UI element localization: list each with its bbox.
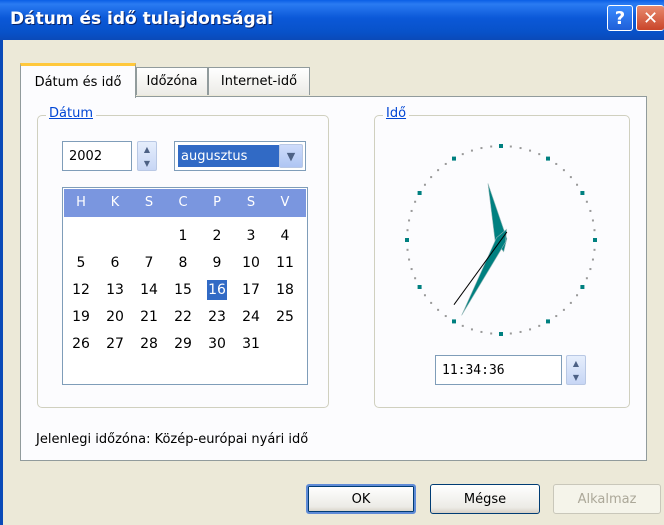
close-button[interactable]: ✕ — [636, 5, 664, 31]
clock-minute-mark — [408, 219, 411, 222]
clock-hour-mark — [593, 238, 597, 242]
clock-second-hand — [453, 231, 508, 306]
spin-up-icon[interactable]: ▲ — [573, 359, 579, 368]
clock-minute-mark — [538, 153, 541, 156]
clock-minute-mark — [576, 183, 579, 186]
clock-minute-mark — [444, 315, 447, 318]
clock-minute-mark — [414, 277, 417, 280]
clock-minute-mark — [480, 330, 483, 333]
tab-internet-time[interactable]: Internet-idő — [208, 67, 310, 95]
clock-minute-mark — [414, 200, 417, 203]
cancel-button[interactable]: Mégse — [430, 484, 540, 514]
clock-minute-mark — [430, 176, 433, 179]
clock-minute-mark — [408, 258, 411, 261]
title-bar[interactable]: Dátum és idő tulajdonságai ? ✕ — [0, 0, 664, 40]
clock-hour-mark — [546, 156, 550, 161]
clock-minute-mark — [444, 162, 447, 165]
clock-minute-mark — [519, 330, 522, 333]
clock-hour-mark — [405, 238, 409, 242]
spin-down-icon[interactable]: ▼ — [573, 373, 579, 382]
clock-minute-mark — [591, 219, 594, 222]
clock-minute-mark — [593, 229, 596, 232]
clock-minute-mark — [461, 324, 464, 327]
analog-clock — [405, 144, 597, 336]
tab-timezone[interactable]: Időzóna — [136, 67, 208, 95]
clock-minute-mark — [430, 301, 433, 304]
clock-minute-mark — [410, 268, 413, 271]
clock-minute-mark — [585, 200, 588, 203]
clock-minute-mark — [562, 169, 565, 172]
clock-minute-mark — [569, 301, 572, 304]
tab-date-time[interactable]: Dátum és idő — [20, 63, 136, 98]
clock-minute-mark — [593, 248, 596, 251]
window-border — [0, 40, 3, 525]
clock-hour-mark — [452, 156, 456, 161]
clock-hour-mark — [452, 319, 456, 324]
clock-minute-mark — [490, 145, 493, 148]
close-icon: ✕ — [642, 7, 659, 29]
clock-minute-mark — [576, 294, 579, 297]
clock-minute-mark — [470, 328, 473, 331]
current-timezone-label: Jelenlegi időzóna: Közép-európai nyári i… — [36, 432, 309, 447]
time-spinner[interactable]: ▲ ▼ — [566, 355, 586, 385]
clock-minute-mark — [589, 209, 592, 212]
tab-panel: Dátum 2002 ▲ ▼ augusztus ▼ H K S C P S V… — [20, 96, 647, 461]
clock-minute-mark — [406, 248, 409, 251]
clock-minute-mark — [519, 147, 522, 150]
clock-minute-mark — [591, 258, 594, 261]
clock-hour-mark — [417, 191, 422, 195]
clock-minute-mark — [437, 169, 440, 172]
clock-minute-mark — [529, 328, 532, 331]
clock-minute-mark — [423, 294, 426, 297]
clock-minute-mark — [569, 176, 572, 179]
clock-hour-mark — [499, 332, 503, 336]
clock-minute-mark — [562, 308, 565, 311]
time-input[interactable]: 11:34:36 — [435, 355, 562, 385]
clock-minute-mark — [589, 268, 592, 271]
help-button[interactable]: ? — [607, 5, 633, 31]
clock-minute-mark — [423, 183, 426, 186]
clock-hour-mark — [580, 191, 585, 195]
clock-minute-mark — [406, 229, 409, 232]
clock-minute-mark — [461, 153, 464, 156]
clock-minute-mark — [555, 315, 558, 318]
clock-hour-mark — [546, 319, 550, 324]
clock-minute-mark — [585, 277, 588, 280]
clock-hour-mark — [580, 285, 585, 289]
clock-minute-mark — [410, 209, 413, 212]
clock-minute-mark — [509, 332, 512, 335]
clock-minute-mark — [509, 145, 512, 148]
ok-button[interactable]: OK — [306, 484, 416, 514]
clock-hour-mark — [417, 285, 422, 289]
apply-button[interactable]: Alkalmaz — [553, 484, 661, 514]
clock-minute-mark — [490, 332, 493, 335]
clock-minute-mark — [538, 324, 541, 327]
clock-minute-mark — [555, 162, 558, 165]
window-title: Dátum és idő tulajdonságai — [10, 9, 273, 29]
clock-minute-mark — [480, 147, 483, 150]
clock-minute-mark — [470, 149, 473, 152]
clock-minute-mark — [437, 308, 440, 311]
help-icon: ? — [614, 7, 626, 29]
clock-hour-mark — [499, 144, 503, 148]
clock-minute-mark — [529, 149, 532, 152]
